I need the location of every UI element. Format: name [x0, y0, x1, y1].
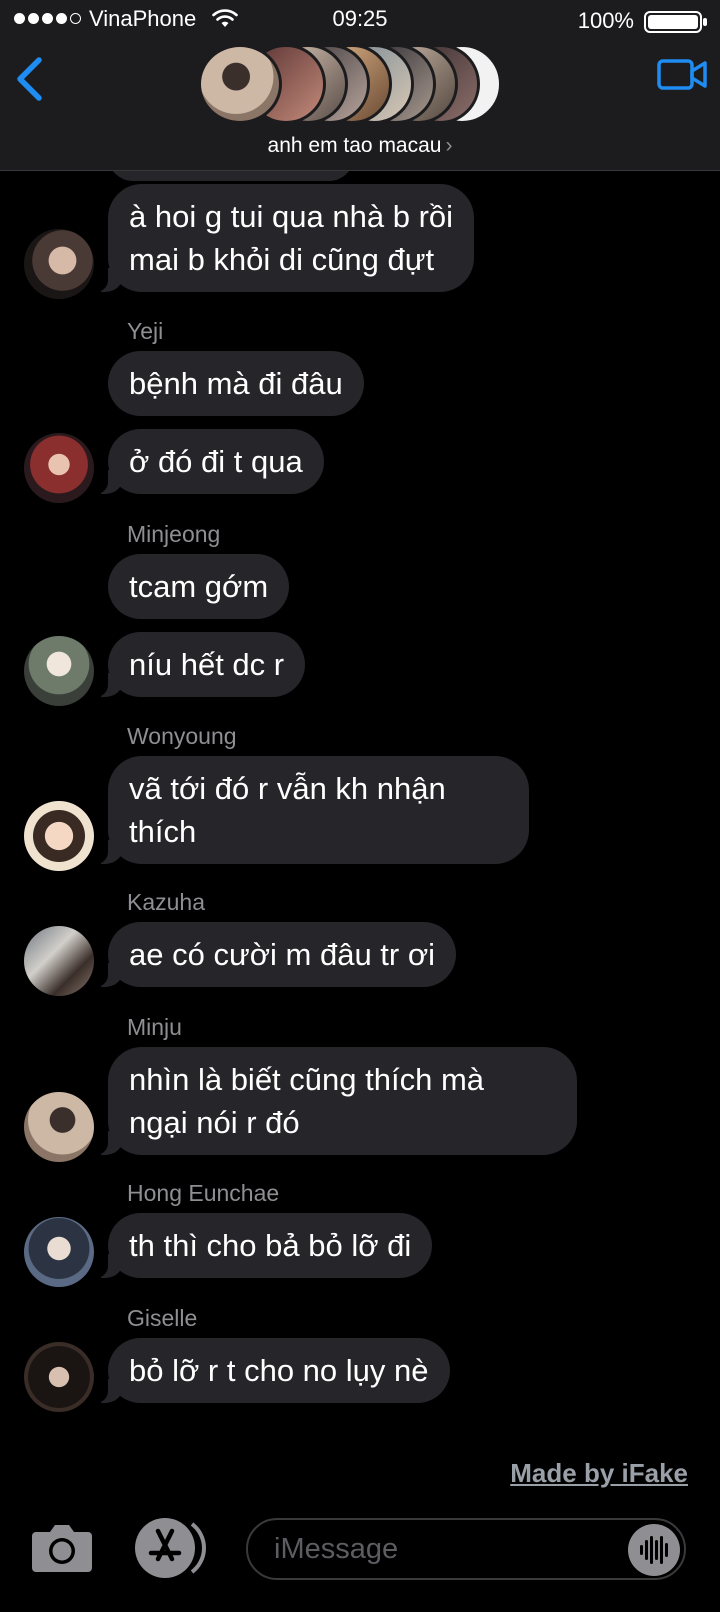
app-store-icon[interactable]	[134, 1517, 206, 1579]
message-text-line: vã tới đó r vẫn kh nhận	[129, 771, 446, 806]
message-bubble[interactable]: bệnh mà đi đâu	[108, 351, 364, 416]
sender-name: Yeji	[127, 318, 164, 344]
message-text-line: à hoi g tui qua nhà b rồi	[129, 199, 454, 234]
message-text-line: tcam gớm	[129, 569, 269, 604]
message-bubble[interactable]: à hoi g tui qua nhà b rồi mai b khỏi di …	[95, 184, 475, 292]
battery-icon	[644, 11, 707, 33]
message-text-line: mai b khỏi di cũng đựt	[129, 242, 435, 277]
message-text-line: nhìn là biết cũng thích mà	[129, 1062, 485, 1097]
avatar[interactable]	[24, 433, 94, 503]
sender-name: Minju	[127, 1014, 182, 1040]
avatar[interactable]	[24, 636, 94, 706]
sender-name: Kazuha	[127, 889, 206, 915]
message-bubble[interactable]: ở đó đi t qua	[96, 429, 324, 494]
video-camera-icon[interactable]	[656, 52, 708, 96]
audio-waveform-icon[interactable]	[628, 1524, 680, 1576]
avatar[interactable]	[24, 926, 94, 996]
sender-name: Minjeong	[127, 521, 221, 547]
avatar[interactable]	[24, 1092, 94, 1162]
message-text-line: th thì cho bả bỏ lỡ đi	[129, 1228, 412, 1263]
member-avatar	[198, 44, 282, 124]
battery-percentage: 100%	[577, 8, 634, 33]
message-bubble-partial	[108, 171, 354, 181]
sender-name: Hong Eunchae	[127, 1180, 280, 1206]
message-bubble[interactable]: níu hết dc r	[95, 632, 306, 697]
group-name[interactable]: anh em tao macau ›	[0, 134, 720, 158]
chevron-left-icon[interactable]	[12, 50, 52, 110]
message-bubble[interactable]: ae có cười m đâu tr ơi	[95, 922, 457, 987]
avatar[interactable]	[24, 801, 94, 871]
message-text-line: ngại nói r đó	[129, 1105, 300, 1140]
message-text-line: thích	[129, 814, 197, 849]
message-bubble[interactable]: tcam gớm	[108, 554, 290, 619]
message-text-line: ae có cười m đâu tr ơi	[129, 937, 436, 972]
message-bubble[interactable]: vã tới đó r vẫn kh nhận thích	[96, 756, 529, 864]
message-bubble[interactable]: th thì cho bả bỏ lỡ đi	[95, 1213, 433, 1278]
conversation-header: anh em tao macau ›	[0, 42, 720, 171]
chevron-right-icon: ›	[445, 134, 453, 157]
message-text-line: níu hết dc r	[129, 647, 285, 682]
message-bubble[interactable]: nhìn là biết cũng thích mà ngại nói r đó	[96, 1047, 577, 1155]
compose-bar: iMessage	[0, 1500, 720, 1612]
message-text-line: bỏ lỡ r t cho no lụy nè	[129, 1353, 429, 1388]
sender-name: Giselle	[127, 1305, 198, 1331]
message-list[interactable]: à hoi g tui qua nhà b rồi mai b khỏi di …	[0, 171, 720, 1489]
camera-icon[interactable]	[30, 1522, 94, 1574]
sender-name: Wonyoung	[127, 723, 237, 749]
avatar[interactable]	[24, 1342, 94, 1412]
avatar[interactable]	[24, 1217, 94, 1287]
watermark-label: Made by iFake	[510, 1458, 688, 1488]
status-bar: VinaPhone 09:25 100%	[0, 0, 720, 42]
message-text-line: ở đó đi t qua	[129, 444, 303, 479]
avatar[interactable]	[24, 229, 94, 299]
message-bubble[interactable]: bỏ lỡ r t cho no lụy nè	[96, 1338, 450, 1403]
group-avatar-stack[interactable]	[198, 44, 522, 124]
message-input-placeholder: iMessage	[274, 1533, 399, 1565]
message-text-line: bệnh mà đi đâu	[129, 366, 343, 401]
message-input[interactable]: iMessage	[246, 1518, 686, 1580]
